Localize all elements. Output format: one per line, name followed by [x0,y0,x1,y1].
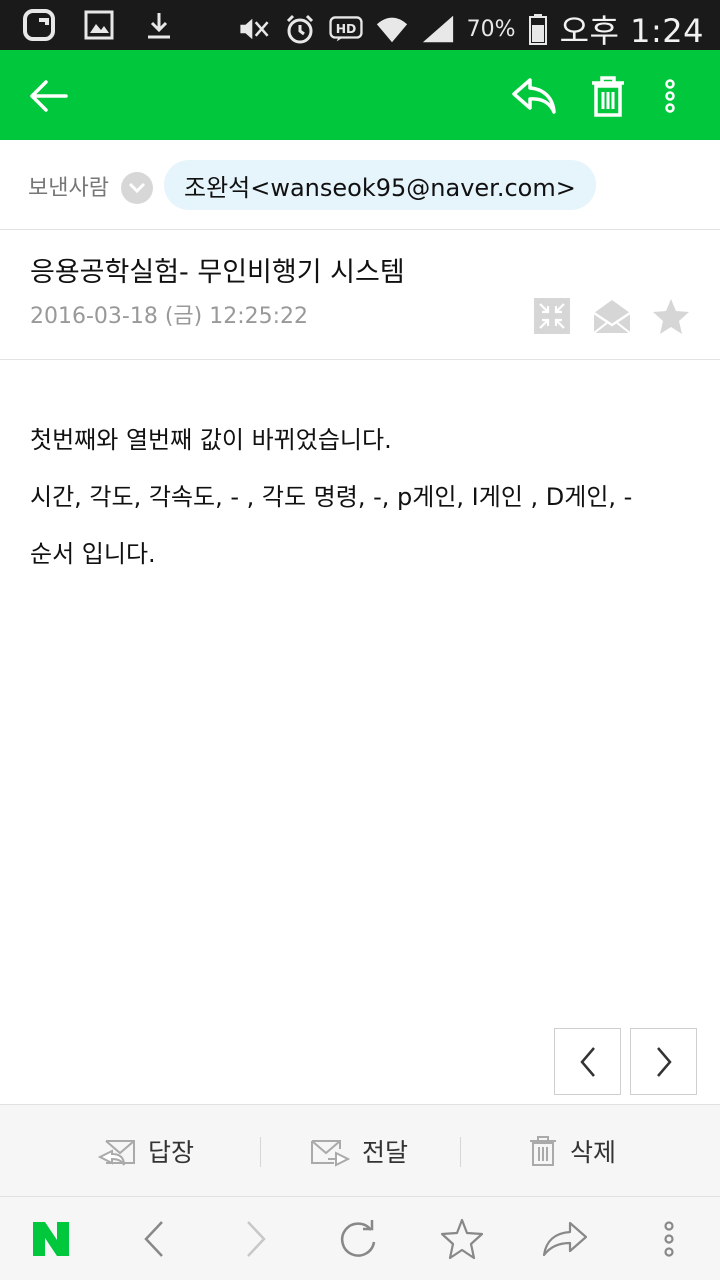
refresh-button[interactable] [330,1211,386,1267]
open-envelope-icon [593,300,631,334]
reply-icon [512,78,556,114]
forward-action[interactable]: 전달 [310,1105,408,1197]
hd-voice-icon: HD [329,12,363,46]
battery-icon [528,12,548,46]
battery-percent: 70% [466,16,516,42]
mail-subject: 응용공학실험- 무인비행기 시스템 [30,257,405,288]
signal-icon [421,12,455,46]
g-app-icon [22,8,56,42]
mail-body-line: 순서 입니다. [30,540,156,568]
status-bar-notifications [22,8,176,42]
mail-body-line: 시간, 각도, 각속도, - , 각도 명령, -, p게인, I게인 , D게… [30,483,633,511]
bookmark-star-icon [440,1218,484,1260]
star-icon [653,299,689,334]
chevron-down-icon [128,182,146,194]
bookmark-button[interactable] [434,1211,490,1267]
gallery-icon [82,8,116,42]
trash-icon [592,76,624,117]
download-icon [142,8,176,42]
forward-mail-icon [311,1140,350,1167]
back-arrow-icon [30,80,68,112]
previous-mail-button[interactable] [554,1028,621,1095]
delete-action-label: 삭제 [570,1138,617,1167]
share-button[interactable] [537,1211,593,1267]
mail-header: 응용공학실험- 무인비행기 시스템 2016-03-18 (금) 12:25:2… [0,230,720,360]
mail-body-line: 첫번째와 열번째 값이 바뀌었습니다. [30,426,392,454]
share-icon [542,1221,588,1257]
delete-action[interactable]: 삭제 [528,1105,616,1197]
naver-home-button[interactable] [23,1211,79,1267]
divider [460,1137,461,1167]
star-button[interactable] [651,296,691,336]
browser-back-button[interactable] [126,1211,182,1267]
sender-row: 보낸사람 조완석<wanseok95@naver.com> [0,140,720,230]
delete-button[interactable] [580,68,636,124]
mail-date: 2016-03-18 (금) 12:25:22 [30,304,309,329]
clock: 오후 1:24 [559,12,704,50]
svg-text:HD: HD [335,22,356,36]
naver-n-icon [33,1222,69,1256]
collapse-icon [534,298,570,334]
mail-action-bar: 답장 전달 삭제 [0,1104,720,1196]
chevron-left-icon [579,1046,595,1077]
forward-action-label: 전달 [362,1138,409,1167]
reply-mail-icon [98,1140,135,1166]
app-bar [0,50,720,140]
sender-chip[interactable]: 조완석<wanseok95@naver.com> [164,160,596,210]
refresh-icon [340,1220,376,1257]
forward-icon [247,1221,266,1257]
read-status-button[interactable] [592,296,632,336]
browser-forward-button[interactable] [228,1211,284,1267]
wifi-icon [375,12,409,46]
status-bar: HD 70% 오후 1:24 [0,0,720,50]
next-mail-button[interactable] [630,1028,697,1095]
mute-icon [237,12,271,46]
more-vertical-icon [664,1221,674,1257]
status-bar-system: HD 70% 오후 1:24 [237,6,704,52]
trash-icon [530,1136,556,1166]
browser-more-button[interactable] [641,1211,697,1267]
mail-body: 첫번째와 열번째 값이 바뀌었습니다. 시간, 각도, 각속도, - , 각도 … [30,412,690,583]
reply-action-label: 답장 [148,1138,195,1167]
browser-toolbar [0,1196,720,1280]
reply-button[interactable] [506,68,562,124]
more-vertical-icon [665,79,675,113]
more-button[interactable] [642,68,698,124]
alarm-icon [283,12,317,46]
divider [260,1137,261,1167]
back-button[interactable] [20,68,76,124]
collapse-button[interactable] [532,296,572,336]
chevron-right-icon [656,1046,672,1077]
sender-expand-button[interactable] [121,172,153,204]
reply-action[interactable]: 답장 [98,1105,194,1197]
back-icon [144,1221,163,1257]
sender-label: 보낸사람 [28,176,109,201]
